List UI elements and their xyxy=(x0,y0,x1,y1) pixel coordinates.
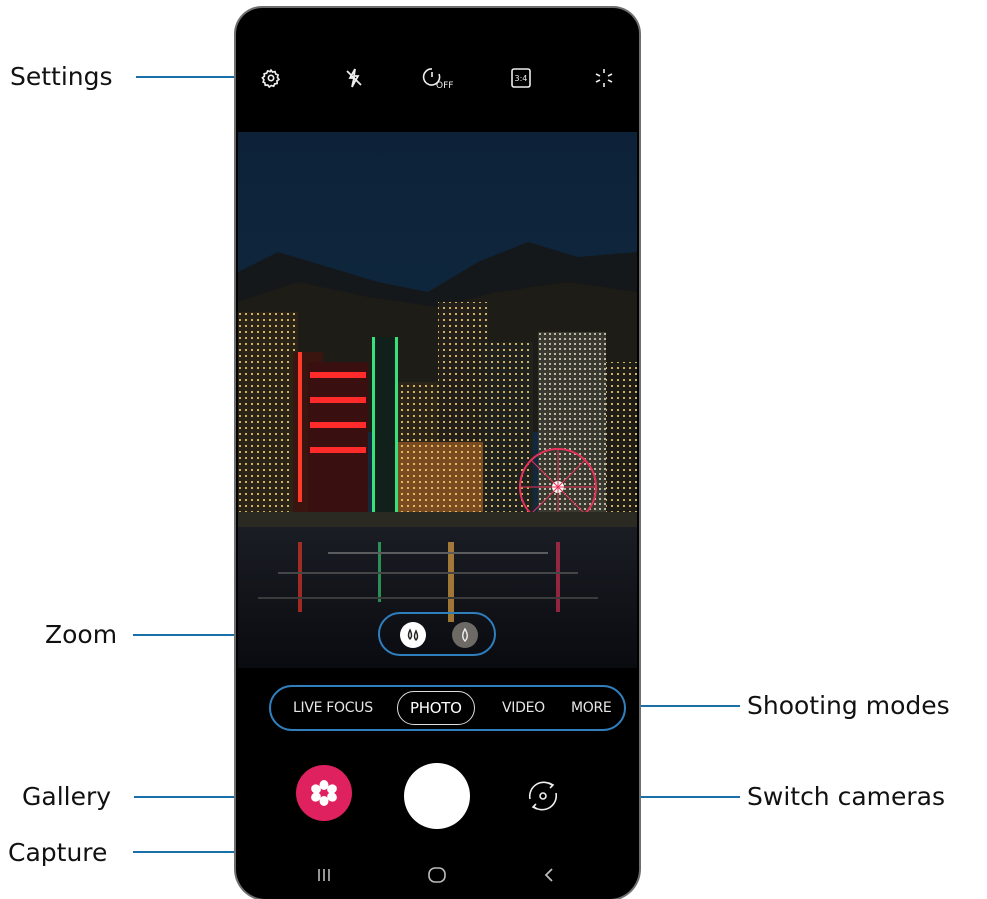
mode-live-focus[interactable]: LIVE FOCUS xyxy=(293,687,373,729)
phone-frame: OFF 3:4 LIVE FOCUS PHOTO VIDEO MORE xyxy=(236,8,639,899)
callout-shooting-modes: Shooting modes xyxy=(747,691,950,720)
gear-icon[interactable] xyxy=(257,64,285,92)
zoom-control xyxy=(378,612,496,656)
gallery-button[interactable] xyxy=(296,765,352,821)
capture-button[interactable] xyxy=(404,763,470,829)
switch-camera-button[interactable] xyxy=(522,775,564,817)
home-icon[interactable] xyxy=(427,866,447,889)
gallery-flower-icon xyxy=(311,780,337,806)
leader-shooting-modes xyxy=(626,705,740,707)
timer-off-label: OFF xyxy=(436,81,453,90)
zoom-normal-button[interactable] xyxy=(452,622,478,648)
aspect-ratio-icon[interactable]: 3:4 xyxy=(507,64,535,92)
mode-photo[interactable]: PHOTO xyxy=(397,691,475,725)
callout-settings: Settings xyxy=(10,62,113,91)
back-icon[interactable] xyxy=(542,866,556,889)
aspect-ratio-label: 3:4 xyxy=(515,74,528,83)
zoom-normal-icon xyxy=(462,627,468,642)
camera-viewfinder[interactable] xyxy=(238,132,637,668)
navigation-bar xyxy=(236,858,639,898)
zoom-wide-button[interactable] xyxy=(400,622,426,648)
callout-switch-cameras: Switch cameras xyxy=(747,782,946,811)
flash-off-icon[interactable] xyxy=(340,64,368,92)
timer-off-icon[interactable]: OFF xyxy=(422,64,456,92)
filter-sparkle-icon[interactable] xyxy=(590,64,618,92)
mode-more[interactable]: MORE xyxy=(571,687,612,729)
callout-capture: Capture xyxy=(8,838,108,867)
night-skyline-preview xyxy=(238,132,637,668)
recents-icon[interactable] xyxy=(315,866,333,889)
callout-zoom: Zoom xyxy=(45,620,118,649)
shooting-modes: LIVE FOCUS PHOTO VIDEO MORE xyxy=(269,685,626,731)
camera-top-bar: OFF 3:4 xyxy=(236,8,639,132)
switch-camera-icon xyxy=(528,781,558,811)
zoom-wide-icon xyxy=(407,628,419,641)
callout-gallery: Gallery xyxy=(22,782,112,811)
mode-video[interactable]: VIDEO xyxy=(502,687,545,729)
